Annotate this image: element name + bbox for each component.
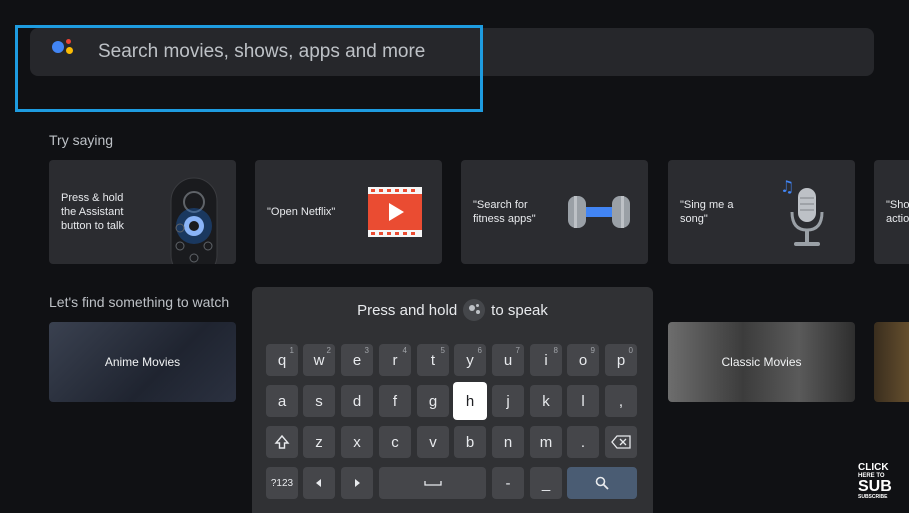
- key-number-hint: 1: [289, 346, 294, 355]
- key-z[interactable]: z: [303, 426, 335, 458]
- suggestion-text: "Sho actio: [886, 199, 909, 225]
- suggestion-card-assistant[interactable]: Press & hold the Assistant button to tal…: [49, 160, 236, 264]
- key-c[interactable]: c: [379, 426, 411, 458]
- key-m[interactable]: m: [530, 426, 562, 458]
- key-y[interactable]: y6: [454, 344, 486, 376]
- key-number-hint: 7: [515, 346, 520, 355]
- space-key[interactable]: [379, 467, 486, 499]
- suggestion-text: Press & hold the Assistant button to tal…: [61, 192, 124, 232]
- key-d[interactable]: d: [341, 385, 373, 417]
- on-screen-keyboard: Press and hold to speak q1 w2 e3 r4 t5 y…: [252, 287, 653, 513]
- key-a[interactable]: a: [266, 385, 298, 417]
- key-g[interactable]: g: [417, 385, 449, 417]
- search-icon: [595, 476, 609, 490]
- suggestion-card-netflix[interactable]: "Open Netflix": [255, 160, 442, 264]
- key-w[interactable]: w2: [303, 344, 335, 376]
- key-period[interactable]: .: [567, 426, 599, 458]
- key-comma[interactable]: ,: [605, 385, 637, 417]
- key-number-hint: 0: [628, 346, 633, 355]
- category-tile-classic[interactable]: Classic Movies: [668, 322, 855, 402]
- suggestion-card-fitness[interactable]: "Search for fitness apps": [461, 160, 648, 264]
- key-number-hint: 6: [477, 346, 482, 355]
- cursor-left-key[interactable]: [303, 467, 335, 499]
- shift-icon: [274, 434, 290, 449]
- video-play-icon: [368, 187, 422, 237]
- key-e[interactable]: e3: [341, 344, 373, 376]
- key-number-hint: 9: [590, 346, 595, 355]
- badge-line: SUBSCRIBE: [858, 494, 888, 500]
- search-key[interactable]: [567, 467, 637, 499]
- suggestion-text: "Sing me a song": [680, 199, 734, 225]
- suggestion-card-song[interactable]: "Sing me a song" ♫: [668, 160, 855, 264]
- key-f[interactable]: f: [379, 385, 411, 417]
- key-r[interactable]: r4: [379, 344, 411, 376]
- svg-text:♫: ♫: [780, 177, 794, 196]
- try-saying-heading: Try saying: [49, 132, 114, 148]
- key-label: u: [503, 351, 513, 369]
- backspace-key[interactable]: [605, 426, 637, 458]
- key-label: o: [578, 351, 588, 369]
- key-h[interactable]: h: [453, 382, 487, 420]
- focus-highlight: [15, 25, 483, 112]
- assistant-mic-icon[interactable]: [463, 299, 486, 321]
- category-tile-anime[interactable]: Anime Movies: [49, 322, 236, 402]
- underscore-key[interactable]: _: [530, 467, 562, 499]
- key-p[interactable]: p0: [605, 344, 637, 376]
- key-number-hint: 2: [326, 346, 331, 355]
- key-v[interactable]: v: [417, 426, 449, 458]
- category-label: Anime Movies: [104, 355, 181, 369]
- space-icon: [423, 481, 442, 486]
- cursor-right-key[interactable]: [341, 467, 373, 499]
- watch-heading: Let's find something to watch: [49, 294, 230, 310]
- key-label: i: [544, 351, 548, 369]
- voice-prompt-text-end: to speak: [491, 301, 548, 319]
- backspace-icon: [611, 435, 631, 449]
- voice-prompt-text-start: Press and hold: [357, 301, 458, 319]
- suggestion-text: "Open Netflix": [267, 206, 336, 218]
- subscribe-watermark: CLICK HERE TO SUB SUBSCRIBE: [858, 463, 900, 505]
- key-label: w: [313, 351, 325, 369]
- key-label: q: [277, 351, 287, 369]
- key-b[interactable]: b: [454, 426, 486, 458]
- key-number-hint: 3: [364, 346, 369, 355]
- arrow-right-icon: [355, 479, 360, 487]
- arrow-left-icon: [316, 479, 321, 487]
- key-label: y: [466, 351, 474, 369]
- key-number-hint: 5: [440, 346, 445, 355]
- shift-key[interactable]: [266, 426, 298, 458]
- suggestion-card-partial[interactable]: "Sho actio: [874, 160, 909, 264]
- category-label: Classic Movies: [721, 355, 802, 369]
- key-x[interactable]: x: [341, 426, 373, 458]
- key-label: p: [616, 351, 626, 369]
- key-o[interactable]: o9: [567, 344, 599, 376]
- key-s[interactable]: s: [303, 385, 335, 417]
- key-label: r: [392, 351, 398, 369]
- key-number-hint: 8: [553, 346, 558, 355]
- dumbbell-icon: [568, 196, 630, 228]
- key-j[interactable]: j: [492, 385, 524, 417]
- key-label: e: [352, 351, 362, 369]
- key-n[interactable]: n: [492, 426, 524, 458]
- key-k[interactable]: k: [530, 385, 562, 417]
- key-label: t: [430, 351, 436, 369]
- voice-prompt: Press and hold to speak: [252, 299, 653, 321]
- key-u[interactable]: u7: [492, 344, 524, 376]
- dash-key[interactable]: -: [492, 467, 524, 499]
- key-t[interactable]: t5: [417, 344, 449, 376]
- remote-control-icon: [170, 177, 218, 264]
- category-tile-partial[interactable]: [874, 322, 909, 402]
- key-l[interactable]: l: [567, 385, 599, 417]
- key-i[interactable]: i8: [530, 344, 562, 376]
- key-number-hint: 4: [402, 346, 407, 355]
- badge-line: SUB: [858, 478, 892, 495]
- badge-line: CLICK: [858, 462, 889, 473]
- key-q[interactable]: q1: [266, 344, 298, 376]
- symbols-key[interactable]: ?123: [266, 467, 298, 499]
- microphone-icon: ♫: [780, 177, 824, 246]
